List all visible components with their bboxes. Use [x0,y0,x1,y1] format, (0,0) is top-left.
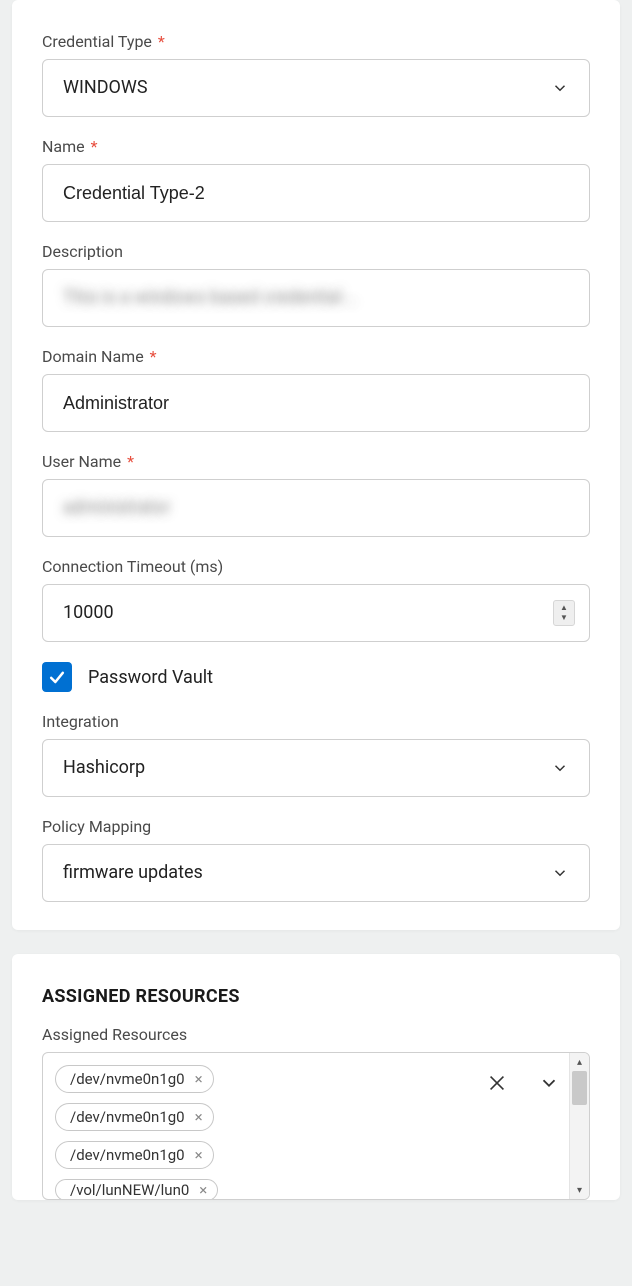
domain-name-input[interactable] [42,374,590,432]
clear-all-button[interactable] [483,1069,511,1097]
required-indicator: * [158,32,165,51]
user-name-input[interactable]: administrator [42,479,590,537]
scroll-thumb[interactable] [572,1071,587,1105]
check-icon [47,667,67,687]
password-vault-row: Password Vault [42,662,590,692]
policy-mapping-select[interactable]: firmware updates [42,844,590,902]
scroll-down-icon[interactable]: ▾ [570,1181,589,1199]
close-icon[interactable]: × [199,1183,207,1198]
chevron-down-icon [551,759,569,777]
assigned-resources-title: ASSIGNED RESOURCES [42,986,590,1007]
chevron-down-icon [538,1072,560,1094]
assigned-resources-tags: /dev/nvme0n1g0 × /dev/nvme0n1g0 × /dev/n… [43,1053,483,1199]
user-name-input-wrapper: administrator [42,479,590,537]
required-indicator: * [91,137,98,156]
label-policy-mapping: Policy Mapping [42,817,590,836]
label-user-name: User Name * [42,452,590,471]
required-indicator: * [150,347,157,366]
connection-timeout-value: 10000 [63,601,114,624]
chevron-down-icon [551,864,569,882]
label-text: User Name [42,452,121,471]
close-icon[interactable]: × [195,1148,203,1163]
name-input-wrapper [42,164,590,222]
scroll-up-icon[interactable]: ▴ [570,1053,589,1071]
field-integration: Integration Hashicorp [42,712,590,797]
field-name: Name * [42,137,590,222]
label-name: Name * [42,137,590,156]
field-connection-timeout: Connection Timeout (ms) 10000 ▲ ▼ [42,557,590,642]
resource-tag-label: /dev/nvme0n1g0 [70,1108,185,1126]
resource-tag[interactable]: /vol/lunNEW/lun0 × [55,1179,218,1199]
domain-name-input-wrapper [42,374,590,432]
close-icon[interactable]: × [195,1110,203,1125]
policy-mapping-value: firmware updates [63,861,551,884]
stepper-up-icon[interactable]: ▲ [560,603,568,613]
close-icon[interactable]: × [195,1072,203,1087]
password-vault-label: Password Vault [88,667,213,688]
numeric-stepper[interactable]: ▲ ▼ [553,600,575,626]
integration-select[interactable]: Hashicorp [42,739,590,797]
resource-tag[interactable]: /dev/nvme0n1g0 × [55,1103,214,1131]
scroll-track[interactable] [570,1071,589,1181]
credential-type-select[interactable]: WINDOWS [42,59,590,117]
assigned-resources-multiselect[interactable]: /dev/nvme0n1g0 × /dev/nvme0n1g0 × /dev/n… [42,1052,590,1200]
resource-tag[interactable]: /dev/nvme0n1g0 × [55,1065,214,1093]
credential-type-value: WINDOWS [63,76,551,99]
label-text: Domain Name [42,347,144,366]
field-user-name: User Name * administrator [42,452,590,537]
multiselect-actions [483,1053,569,1199]
integration-value: Hashicorp [63,756,551,779]
field-description: Description This is a windows based cred… [42,242,590,327]
resource-tag-label: /dev/nvme0n1g0 [70,1146,185,1164]
field-policy-mapping: Policy Mapping firmware updates [42,817,590,902]
close-icon [486,1072,508,1094]
label-text: Credential Type [42,32,152,51]
connection-timeout-input[interactable]: 10000 ▲ ▼ [42,584,590,642]
password-vault-checkbox[interactable] [42,662,72,692]
label-integration: Integration [42,712,590,731]
name-input[interactable] [42,164,590,222]
field-credential-type: Credential Type * WINDOWS [42,32,590,117]
resource-tag-label: /vol/lunNEW/lun0 [70,1181,189,1199]
required-indicator: * [127,452,134,471]
field-domain-name: Domain Name * [42,347,590,432]
label-description: Description [42,242,590,261]
label-credential-type: Credential Type * [42,32,590,51]
stepper-down-icon[interactable]: ▼ [560,613,568,623]
description-input-wrapper: This is a windows based credential .. [42,269,590,327]
label-assigned-resources: Assigned Resources [42,1025,590,1044]
label-domain-name: Domain Name * [42,347,590,366]
chevron-down-icon [551,79,569,97]
scrollbar[interactable]: ▴ ▾ [569,1053,589,1199]
resource-tag-label: /dev/nvme0n1g0 [70,1070,185,1088]
description-input[interactable]: This is a windows based credential .. [42,269,590,327]
credential-form-card: Credential Type * WINDOWS Name * Descrip… [12,0,620,930]
open-dropdown-button[interactable] [535,1069,563,1097]
label-connection-timeout: Connection Timeout (ms) [42,557,590,576]
label-text: Name [42,137,85,156]
resource-tag[interactable]: /dev/nvme0n1g0 × [55,1141,214,1169]
assigned-resources-card: ASSIGNED RESOURCES Assigned Resources /d… [12,954,620,1200]
